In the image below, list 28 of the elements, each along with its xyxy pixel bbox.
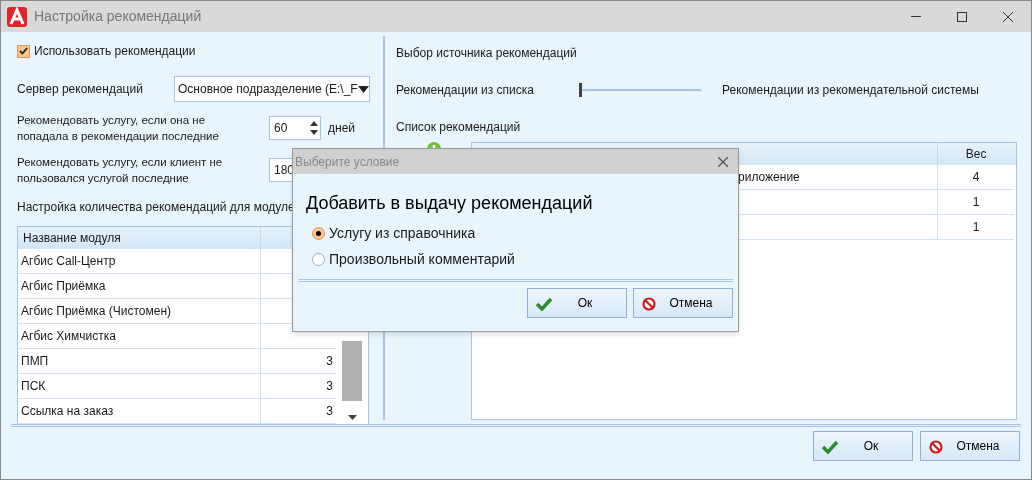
table-cell-text: 3 bbox=[325, 353, 334, 370]
table-cell: Агбис Call-Центр bbox=[18, 249, 261, 273]
field-label: Рекомендовать услугу, если она не попадала в рекомендации последние bbox=[17, 113, 220, 144]
field-label: Сервер рекомендаций bbox=[17, 81, 144, 98]
section-label: Список рекомендаций bbox=[396, 119, 522, 136]
table-cell-text: риложение bbox=[738, 169, 800, 186]
section-label: Выбор источника рекомендаций bbox=[396, 45, 578, 62]
table-cell-text: 3 bbox=[325, 403, 334, 420]
table-cell: ПСК bbox=[18, 374, 261, 398]
checkbox-label: Использовать рекомендации bbox=[34, 43, 196, 60]
field-label: Рекомендовать услугу, если клиент не пользовался услугой последние bbox=[17, 155, 224, 186]
unit-label: дней bbox=[328, 120, 355, 137]
table-cell: ПМП bbox=[18, 349, 261, 373]
radio-label: Услугу из справочника bbox=[329, 223, 476, 243]
table-cell-text: 4 bbox=[971, 169, 981, 186]
slider-label: Рекомендации из списка bbox=[396, 82, 535, 99]
radio-label: Произвольный комментарий bbox=[329, 249, 515, 269]
window-title: Настройка рекомендаций bbox=[34, 7, 202, 26]
table-cell: Агбис Приёмка bbox=[18, 274, 261, 298]
slider-label: Рекомендации из рекомендательной системы bbox=[722, 82, 979, 99]
table-cell-text: 1 bbox=[971, 219, 981, 236]
table-cell-text: 3 bbox=[325, 378, 334, 395]
table-cell: Агбис Приёмка (Чистомен) bbox=[18, 299, 261, 323]
dialog-heading: Добавить в выдачу рекомендаций bbox=[306, 192, 594, 215]
dialog-title: Выберите условие bbox=[295, 153, 400, 171]
table-cell-text: 1 bbox=[971, 194, 981, 211]
table-cell: Агбис Химчистка bbox=[18, 324, 261, 348]
table-cell: Ссылка на заказ bbox=[18, 399, 261, 423]
